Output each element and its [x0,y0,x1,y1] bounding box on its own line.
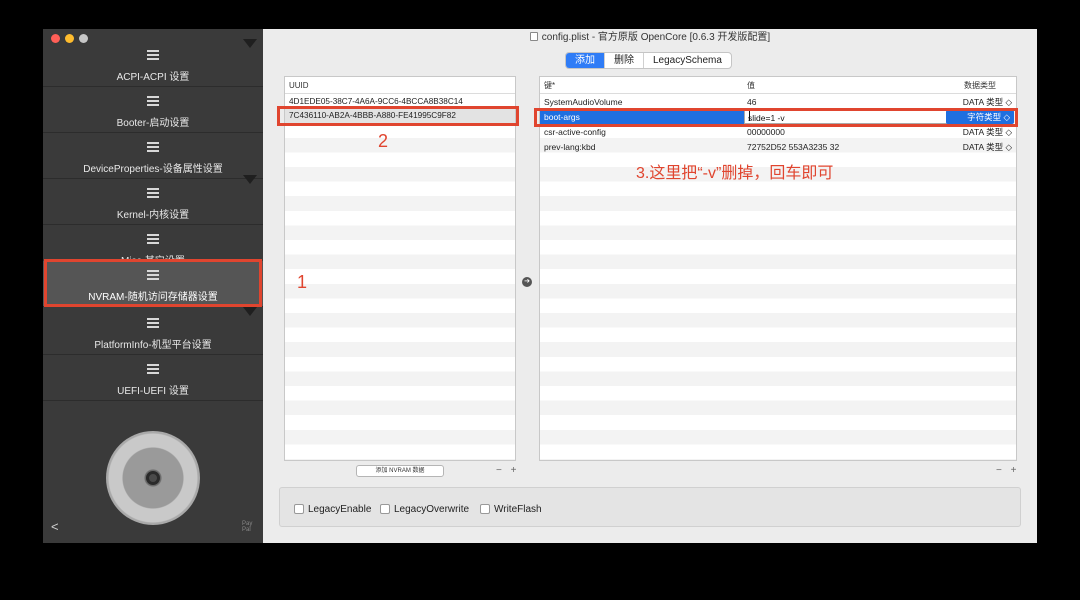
checkbox-icon[interactable] [380,504,390,514]
document-icon [529,32,538,41]
annotation-label-2: 2 [378,131,389,151]
sidebar-item-label: Kernel-内核设置 [116,210,190,221]
value-cell: 00000000 [747,127,785,137]
sidebar-item-label: ACPI-ACPI 设置 [116,72,190,83]
write-flash-label: WriteFlash [494,504,542,515]
checkbox-icon[interactable] [294,504,304,514]
key-column-header[interactable]: 键* [544,77,555,94]
checkbox-icon[interactable] [480,504,490,514]
type-cell[interactable]: DATA 类型 ◇ [946,140,1012,154]
sidebar-item-label: DeviceProperties-设备属性设置 [83,164,223,175]
value-cell: 46 [747,97,757,107]
key-value-table: 键* 值 数据类型 SystemAudioVolume 46 DATA 类型 ◇… [539,76,1017,461]
uuid-table-header[interactable]: UUID [285,77,515,94]
kv-add-remove-buttons[interactable]: − + [996,465,1019,476]
table-row[interactable]: csr-active-config 00000000 DATA 类型 ◇ [540,125,1016,139]
key-cell: prev-lang:kbd [544,142,596,152]
legacy-enable-checkbox[interactable]: LegacyEnable [294,504,371,516]
table-row[interactable]: prev-lang:kbd 72752D52 553A3235 32 DATA … [540,140,1016,154]
kv-table-header: 键* 值 数据类型 [540,77,1016,94]
table-row[interactable]: SystemAudioVolume 46 DATA 类型 ◇ [540,95,1016,109]
segmented-control: 添加 删除 LegacySchema [565,52,732,69]
legacy-enable-label: LegacyEnable [308,504,372,515]
type-cell[interactable]: DATA 类型 ◇ [946,125,1012,139]
list-icon [147,318,159,328]
sidebar-item-platforminfo[interactable]: PlatformInfo-机型平台设置 [43,307,263,355]
list-icon [147,188,159,198]
paypal-logo[interactable]: Pay Pal [242,521,252,533]
title-bar: config.plist - 官方原版 OpenCore [0.6.3 开发版配… [263,29,1037,49]
arrow-right-icon[interactable]: ➔ [522,277,532,287]
sidebar-item-deviceproperties[interactable]: DeviceProperties-设备属性设置 [43,133,263,179]
annotation-label-3: 3.这里把“-v”删掉，回车即可 [636,165,834,182]
key-cell: csr-active-config [544,127,606,137]
uuid-column-header[interactable]: UUID [289,77,309,94]
key-cell: SystemAudioVolume [544,97,623,107]
type-column-header[interactable]: 数据类型 [964,77,996,94]
value-column-header[interactable]: 值 [747,77,755,94]
share-icon[interactable]: < [51,519,59,534]
legacy-overwrite-checkbox[interactable]: LegacyOverwrite [380,504,469,516]
list-icon [147,234,159,244]
annotation-box-nvram [44,259,262,307]
annotation-label-1: 1 [297,272,308,292]
uuid-table: UUID 4D1EDE05-38C7-4A6A-9CC6-4BCCA8B38C1… [284,76,516,461]
add-nvram-data-button[interactable]: 添加 NVRAM 数据 [356,465,444,477]
value-cell: 72752D52 553A3235 32 [747,142,840,152]
tab-add[interactable]: 添加 [566,53,605,68]
corner-marker-icon [243,39,257,48]
tab-delete[interactable]: 删除 [605,53,644,68]
corner-marker-icon [243,175,257,184]
corner-marker-icon [243,307,257,316]
legacy-overwrite-label: LegacyOverwrite [394,504,470,515]
type-cell[interactable]: DATA 类型 ◇ [946,95,1012,109]
annotation-box-boot-args [534,108,1018,127]
list-icon [147,50,159,60]
sidebar-item-uefi[interactable]: UEFI-UEFI 设置 [43,355,263,401]
list-icon [147,364,159,374]
sidebar-item-acpi[interactable]: ACPI-ACPI 设置 [43,39,263,87]
annotation-box-uuid [277,106,519,126]
opencore-disc-logo [106,431,200,525]
list-icon [147,96,159,106]
sidebar-item-label: Booter-启动设置 [116,118,190,129]
tab-legacyschema[interactable]: LegacySchema [644,53,731,68]
window-title: config.plist - 官方原版 OpenCore [0.6.3 开发版配… [541,32,771,43]
sidebar-item-label: PlatformInfo-机型平台设置 [94,340,212,351]
uuid-add-remove-buttons[interactable]: − + [496,465,519,476]
sidebar-item-kernel[interactable]: Kernel-内核设置 [43,175,263,225]
list-icon [147,142,159,152]
sidebar-item-label: UEFI-UEFI 设置 [117,386,189,397]
options-bar: LegacyEnable LegacyOverwrite WriteFlash [279,487,1021,527]
sidebar-item-booter[interactable]: Booter-启动设置 [43,87,263,133]
write-flash-checkbox[interactable]: WriteFlash [480,504,542,516]
